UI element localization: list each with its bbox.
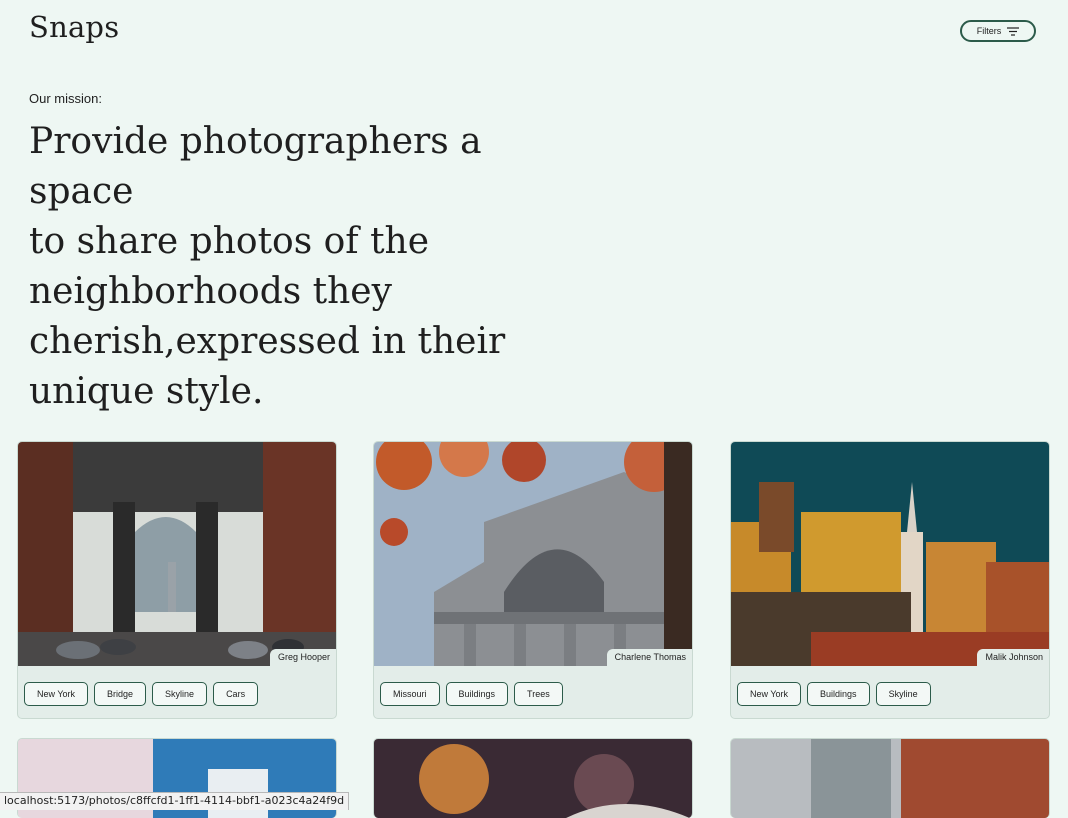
tag-pill[interactable]: Bridge xyxy=(94,682,147,706)
tag-pill[interactable]: Trees xyxy=(514,682,563,706)
tag-pill[interactable]: Buildings xyxy=(445,682,509,706)
tag-list: New York Bridge Skyline Cars xyxy=(24,682,259,706)
photo-card[interactable] xyxy=(730,738,1050,818)
mission-line: cherish,expressed in their xyxy=(29,321,506,362)
site-header: Snaps Filters xyxy=(0,0,1068,64)
tag-list: New York Buildings Skyline xyxy=(737,682,931,706)
author-name: Malik Johnson xyxy=(977,649,1049,666)
tag-list: Missouri Buildings Trees xyxy=(380,682,563,706)
tag-pill[interactable]: Skyline xyxy=(875,682,931,706)
link-status-bar: localhost:5173/photos/c8ffcfd1-1ff1-4114… xyxy=(0,792,350,810)
site-logo[interactable]: Snaps xyxy=(29,10,119,44)
author-name: Greg Hooper xyxy=(269,649,336,666)
photo-image[interactable] xyxy=(18,442,336,666)
photo-image[interactable] xyxy=(374,442,692,666)
mission-line: neighborhoods they xyxy=(29,271,392,312)
tag-pill[interactable]: Missouri xyxy=(380,682,440,706)
mission-line: to share photos of the xyxy=(29,221,430,262)
author-name: Charlene Thomas xyxy=(606,649,692,666)
tag-pill[interactable]: New York xyxy=(737,682,802,706)
filter-icon xyxy=(1007,26,1020,36)
tag-pill[interactable]: Skyline xyxy=(152,682,208,706)
photo-card[interactable]: Malik Johnson New York Buildings Skyline xyxy=(730,441,1050,719)
filters-button[interactable]: Filters xyxy=(960,20,1036,42)
photo-image[interactable] xyxy=(731,739,1049,818)
mission-statement: Provide photographers a space to share p… xyxy=(29,117,569,417)
mission-label: Our mission: xyxy=(29,91,102,106)
mission-line: unique style. xyxy=(29,371,264,412)
photo-image[interactable] xyxy=(374,739,692,818)
photo-card[interactable]: Charlene Thomas Missouri Buildings Trees xyxy=(373,441,693,719)
photo-card[interactable] xyxy=(373,738,693,818)
photo-image[interactable] xyxy=(731,442,1049,666)
tag-pill[interactable]: Cars xyxy=(213,682,259,706)
mission-line: Provide photographers a space xyxy=(29,121,482,212)
photo-card[interactable]: Greg Hooper New York Bridge Skyline Cars xyxy=(17,441,337,719)
tag-pill[interactable]: Buildings xyxy=(807,682,870,706)
tag-pill[interactable]: New York xyxy=(24,682,89,706)
filters-label: Filters xyxy=(976,26,1002,36)
